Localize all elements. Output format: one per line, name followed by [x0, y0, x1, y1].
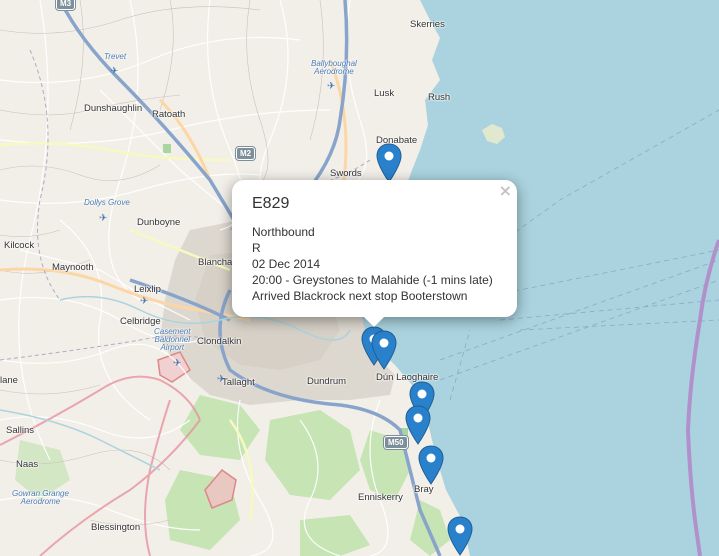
airport-icon: ✈ — [110, 66, 119, 77]
place-label-maynooth: Maynooth — [52, 262, 94, 273]
place-label-kilcock: Kilcock — [4, 240, 35, 251]
airfield-label-ballyboughal: Ballyboughal Aerodrome — [311, 59, 357, 76]
airfield-label-gowran-grange: Gowran Grange Aerodrome — [12, 489, 69, 506]
place-label-lusk: Lusk — [374, 88, 395, 99]
popup-train-code: E829 — [252, 195, 290, 212]
place-label-tallaght: Tallaght — [222, 377, 255, 388]
place-label-swords: Swords — [330, 168, 362, 179]
popup-status: Arrived Blackrock next stop Booterstown — [252, 289, 468, 303]
train-marker[interactable] — [371, 330, 397, 370]
popup-details: Northbound R 02 Dec 2014 20:00 - Greysto… — [252, 224, 493, 304]
place-label-blessington: Blessington — [91, 522, 141, 533]
place-label-lane: lane — [0, 375, 18, 386]
train-marker[interactable] — [418, 445, 444, 485]
place-label-rush: Rush — [428, 92, 451, 103]
place-label-dundrum: Dundrum — [307, 376, 347, 387]
place-label-leixlip: Leixlip — [134, 284, 161, 295]
airfield-label-casement: Casement Baldonnel Airport — [154, 327, 191, 352]
popup-tip — [364, 317, 384, 327]
place-label-celbridge: Celbridge — [120, 316, 161, 327]
popup-direction: Northbound — [252, 225, 315, 239]
train-info-popup: × E829 Northbound R 02 Dec 2014 20:00 - … — [232, 180, 517, 327]
map-canvas[interactable]: Skerries Lusk Rush Donabate Swords Dunsh… — [0, 0, 719, 556]
train-marker[interactable] — [405, 405, 431, 445]
popup-route: R — [252, 241, 261, 255]
place-label-ratoath: Ratoath — [152, 109, 186, 120]
place-label-clondalkin: Clondalkin — [197, 336, 242, 347]
place-label-bray: Bray — [414, 484, 434, 495]
road-shield-m3: M3 — [56, 0, 76, 10]
airfield-label-dollys-grove: Dollys Grove — [84, 198, 130, 207]
airfield-label-trevet: Trevet — [104, 52, 127, 61]
place-label-dunboyne: Dunboyne — [137, 217, 181, 228]
train-marker[interactable] — [447, 516, 473, 556]
airport-icon: ✈ — [140, 296, 149, 307]
place-label-enniskerry: Enniskerry — [358, 492, 403, 503]
place-label-sallins: Sallins — [6, 425, 34, 436]
popup-close-button[interactable]: × — [499, 183, 512, 199]
popup-date: 02 Dec 2014 — [252, 257, 321, 271]
popup-service: 20:00 - Greystones to Malahide (-1 mins … — [252, 273, 493, 287]
place-label-naas: Naas — [16, 459, 39, 470]
airport-icon: ✈ — [327, 81, 336, 92]
road-shield-m2: M2 — [236, 147, 256, 160]
train-marker[interactable] — [376, 143, 402, 183]
airport-icon: ✈ — [173, 358, 182, 369]
place-label-blanchardstown: Blanchar — [198, 257, 236, 268]
airport-icon: ✈ — [99, 213, 108, 224]
airport-icon: ✈ — [217, 374, 226, 385]
place-label-dunshaughlin: Dunshaughlin — [84, 103, 143, 114]
place-label-skerries: Skerries — [410, 19, 445, 30]
